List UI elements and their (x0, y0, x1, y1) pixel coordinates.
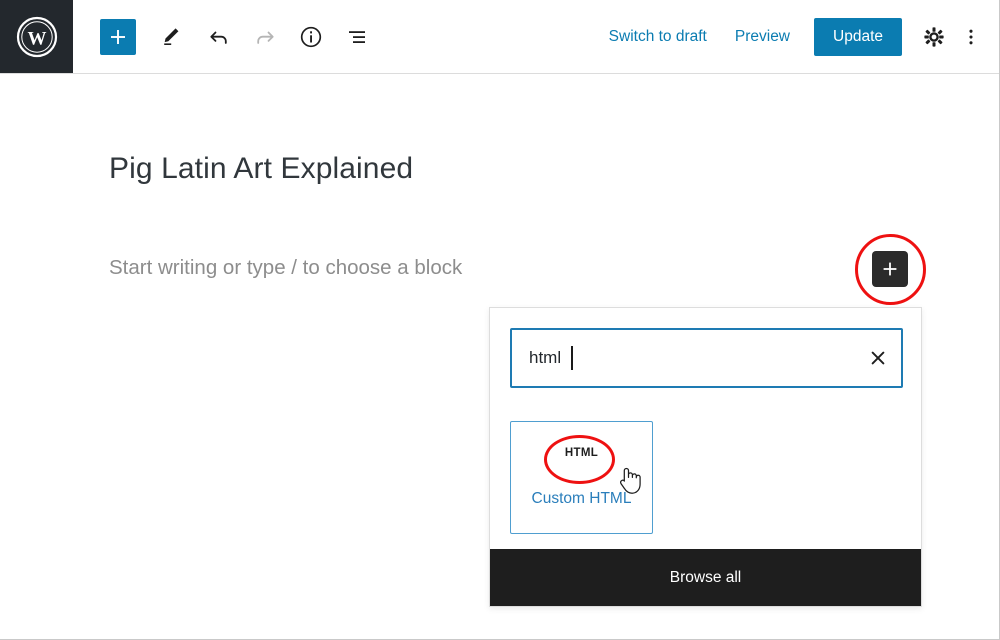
block-search-results: HTML Custom HTML (510, 421, 653, 534)
red-annotation-ellipse (544, 435, 615, 484)
editor-toolbar: W Switch to draft Preview Update (0, 0, 999, 74)
svg-text:W: W (27, 28, 46, 49)
preview-button[interactable]: Preview (721, 20, 804, 54)
html-block-icon: HTML (564, 447, 599, 459)
block-inserter-popover: HTML Custom HTML Browse all (489, 307, 922, 607)
toolbar-left-group (73, 0, 376, 73)
switch-to-draft-button[interactable]: Switch to draft (595, 20, 721, 54)
gear-icon (924, 26, 944, 47)
plus-icon (111, 29, 125, 44)
settings-button[interactable] (914, 17, 954, 57)
wordpress-logo-icon[interactable]: W (0, 0, 73, 73)
toggle-block-inserter-button[interactable] (100, 18, 136, 55)
tools-pencil-button[interactable] (154, 18, 192, 56)
paragraph-block-placeholder[interactable]: Start writing or type / to choose a bloc… (109, 256, 462, 280)
block-search-row (510, 328, 903, 388)
redo-icon (257, 31, 274, 44)
redo-button[interactable] (246, 18, 284, 56)
details-info-button[interactable] (292, 18, 330, 56)
pencil-icon (164, 27, 179, 45)
clear-search-button[interactable] (864, 344, 892, 372)
kebab-menu-icon (969, 29, 973, 44)
undo-icon (210, 31, 227, 44)
add-block-inserter-button[interactable] (872, 251, 908, 287)
block-type-label: Custom HTML (531, 489, 632, 507)
info-circle-icon (300, 26, 322, 47)
browse-all-button[interactable]: Browse all (490, 549, 921, 606)
undo-button[interactable] (200, 18, 238, 56)
more-options-button[interactable] (956, 17, 986, 57)
close-x-icon (871, 351, 885, 365)
post-title[interactable]: Pig Latin Art Explained (109, 152, 413, 186)
block-search-input[interactable] (510, 328, 903, 388)
toolbar-right-group: Switch to draft Preview Update (595, 0, 999, 73)
list-view-button[interactable] (338, 18, 376, 56)
text-caret (571, 346, 573, 370)
plus-icon (883, 262, 897, 276)
list-view-icon (349, 30, 365, 43)
block-type-custom-html[interactable]: HTML Custom HTML (510, 421, 653, 534)
block-inserter-annotated-area (855, 234, 926, 305)
update-button[interactable]: Update (814, 17, 902, 56)
wordpress-editor-screen: W Switch to draft Preview Update Pig Lat… (0, 0, 1000, 640)
